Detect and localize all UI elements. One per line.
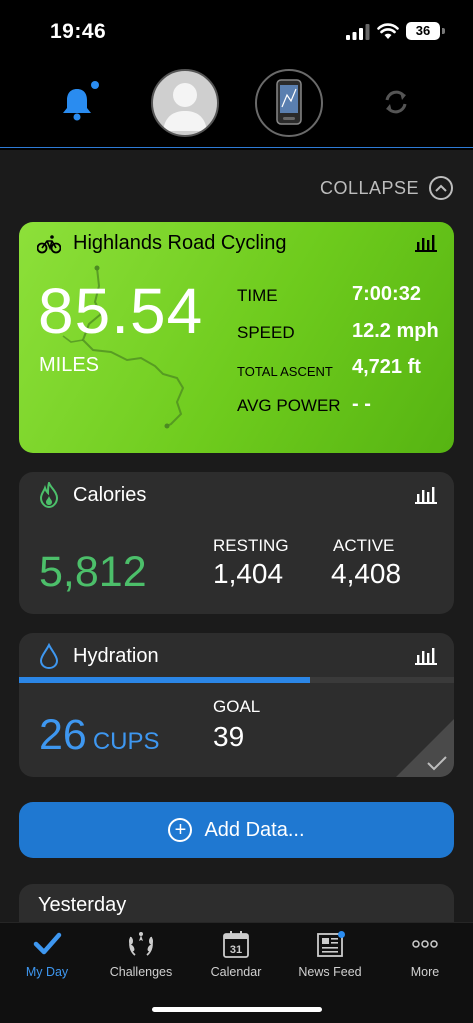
activity-title: Highlands Road Cycling — [73, 232, 287, 254]
avatar[interactable] — [151, 69, 219, 137]
distance-unit: MILES — [39, 354, 100, 376]
calendar-icon: 31 — [223, 931, 249, 958]
stat-value: 7:00:32 — [352, 283, 421, 305]
cups-value: 26 — [39, 711, 87, 759]
stat-speed: SPEED 12.2 mph — [237, 317, 447, 347]
notification-dot — [91, 81, 99, 89]
laurel-icon — [129, 932, 153, 956]
tab-more[interactable]: More — [378, 929, 472, 979]
chevron-up-icon — [429, 176, 453, 200]
device-icon[interactable] — [255, 69, 323, 137]
stat-avg-power: AVG POWER - - — [237, 390, 447, 420]
active-label: ACTIVE — [333, 536, 395, 555]
chart-icon[interactable] — [414, 647, 438, 665]
add-data-label: Add Data... — [204, 818, 305, 841]
my-day-feed[interactable]: COLLAPSE Highlands Road Cycling 85.54 MI — [0, 150, 473, 922]
calendar-day: 31 — [230, 944, 242, 956]
water-drop-icon — [39, 643, 59, 669]
more-icon — [412, 940, 438, 948]
tab-label: My Day — [25, 965, 69, 979]
activity-distance: 85.54 — [38, 275, 204, 347]
bike-computer-icon — [276, 79, 302, 125]
chart-icon[interactable] — [414, 234, 438, 252]
tab-my-day[interactable]: My Day — [0, 929, 94, 979]
resting-value: 1,404 — [213, 558, 284, 589]
stat-value: 4,721 ft — [352, 356, 421, 378]
tab-news-feed[interactable]: News Feed — [283, 929, 377, 979]
news-notification-dot — [338, 931, 345, 938]
yesterday-label: Yesterday — [38, 894, 127, 916]
tab-label: More — [410, 965, 440, 979]
hydration-progress-fill — [19, 677, 311, 683]
hydration-title: Hydration — [73, 645, 159, 667]
hydration-card[interactable]: Hydration 26 CUPS GOAL 39 — [19, 633, 454, 777]
stat-label: TIME — [237, 286, 278, 305]
stat-total-ascent: TOTAL ASCENT 4,721 ft — [237, 353, 447, 383]
goal-value: 39 — [213, 721, 245, 752]
active-value: 4,408 — [331, 558, 402, 589]
status-time: 19:46 — [50, 20, 107, 43]
cups-unit: CUPS — [92, 728, 160, 755]
top-header — [0, 60, 473, 148]
stat-value: 12.2 mph — [352, 320, 439, 342]
status-bar: 19:46 36 — [0, 0, 473, 60]
add-data-button[interactable]: + Add Data... — [19, 802, 454, 858]
activity-card[interactable]: Highlands Road Cycling 85.54 MILES TIME … — [19, 222, 454, 453]
calories-total: 5,812 — [39, 548, 147, 596]
yesterday-card[interactable]: Yesterday — [19, 884, 454, 922]
signal-icon — [346, 24, 370, 40]
person-icon — [163, 83, 207, 131]
collapse-label: COLLAPSE — [319, 177, 419, 198]
checkmark-icon — [33, 932, 62, 955]
plus-circle-icon: + — [168, 818, 193, 842]
tab-challenges[interactable]: Challenges — [94, 929, 188, 979]
hydration-progress-bar — [19, 677, 454, 683]
tab-bar: My Day Challenges 31 Calendar News Feed … — [0, 922, 473, 1023]
stat-value: - - — [352, 393, 371, 415]
stat-time: TIME 7:00:32 — [237, 280, 447, 310]
goal-label: GOAL — [213, 697, 261, 716]
chart-icon[interactable] — [414, 486, 438, 504]
checkmark-corner-icon[interactable] — [396, 719, 454, 777]
calories-title: Calories — [73, 484, 147, 506]
bell-icon[interactable] — [60, 86, 94, 122]
flame-icon — [39, 482, 59, 508]
wifi-icon — [377, 23, 399, 39]
stat-label: TOTAL ASCENT — [237, 364, 333, 379]
hydration-cups: 26 CUPS — [39, 711, 160, 760]
bike-icon — [37, 235, 61, 254]
collapse-button[interactable]: COLLAPSE — [320, 176, 453, 200]
home-indicator[interactable] — [152, 1007, 322, 1012]
battery-indicator: 36 — [406, 22, 440, 40]
resting-label: RESTING — [213, 536, 289, 555]
tab-calendar[interactable]: 31 Calendar — [189, 929, 283, 979]
stat-label: AVG POWER — [237, 396, 341, 415]
tab-label: Challenges — [109, 965, 173, 979]
tab-label: Calendar — [210, 965, 262, 979]
sync-icon[interactable] — [380, 86, 412, 118]
battery-cap — [442, 28, 445, 34]
tab-label: News Feed — [298, 965, 362, 979]
stat-label: SPEED — [237, 323, 295, 342]
calories-card[interactable]: Calories 5,812 RESTING 1,404 ACTIVE 4,40… — [19, 472, 454, 614]
